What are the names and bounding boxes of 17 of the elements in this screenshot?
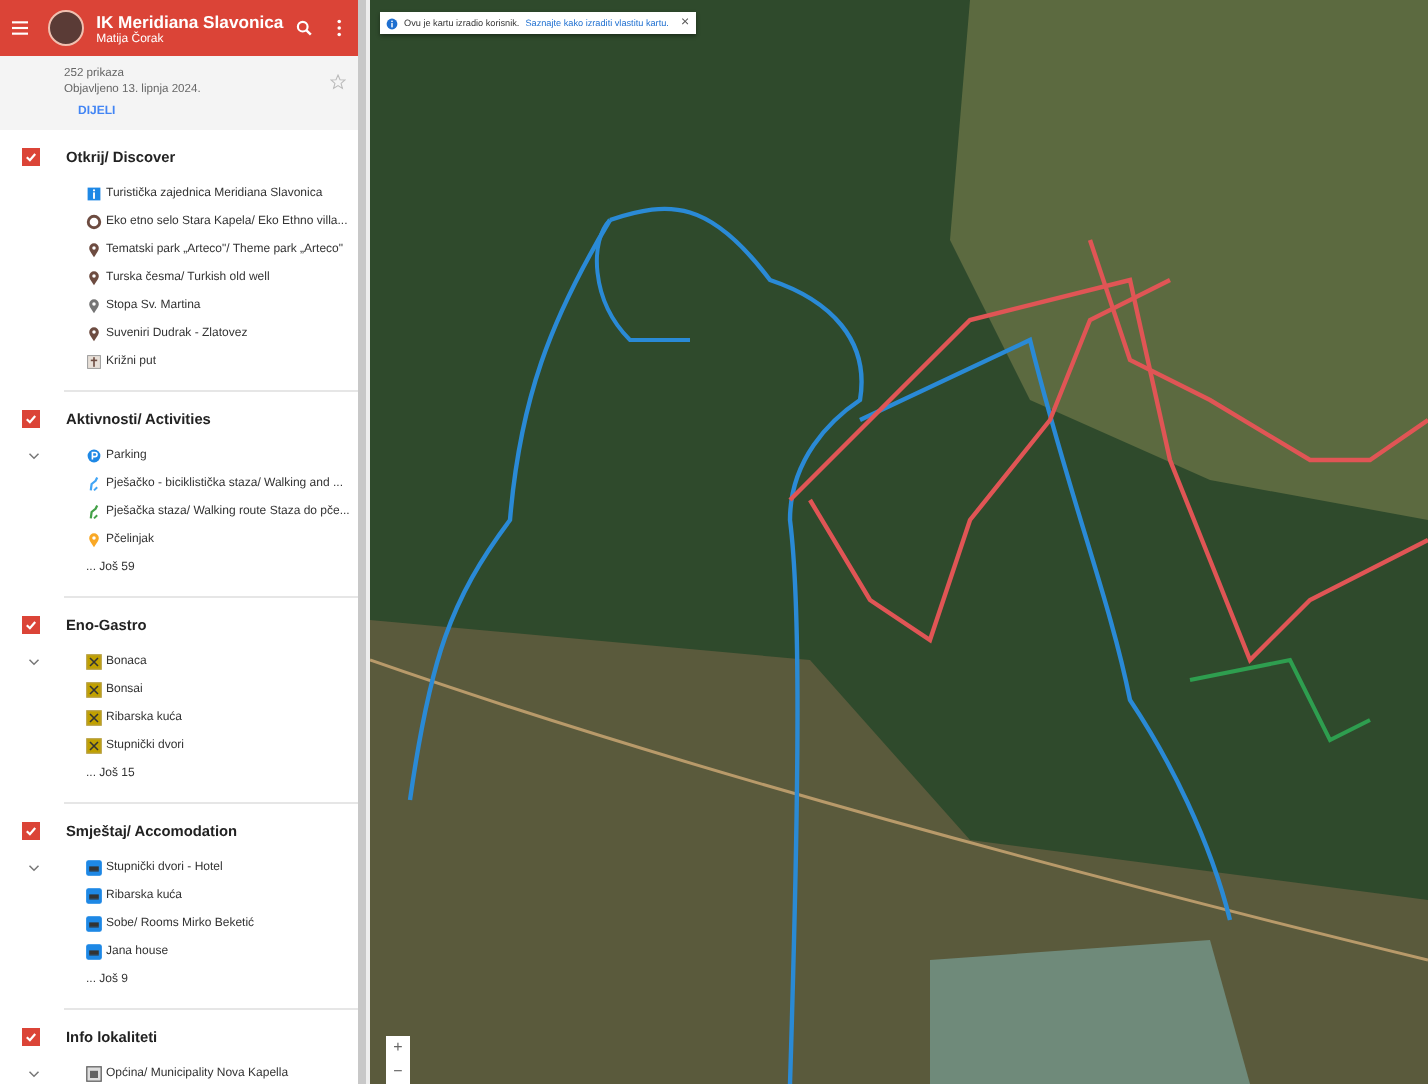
chevron-down-icon[interactable] bbox=[27, 452, 39, 460]
layer-checkbox[interactable] bbox=[22, 821, 40, 839]
more-options-icon[interactable] bbox=[335, 18, 342, 38]
layer-checkbox[interactable] bbox=[22, 1027, 40, 1045]
chevron-down-icon[interactable] bbox=[27, 1070, 39, 1078]
layer-checkbox[interactable] bbox=[22, 409, 40, 427]
chevron-down-icon[interactable] bbox=[27, 864, 39, 872]
chevron-down-icon[interactable] bbox=[27, 658, 39, 666]
star-icon[interactable] bbox=[330, 74, 346, 90]
layer-checkbox[interactable] bbox=[22, 615, 40, 633]
avatar-circle bbox=[48, 10, 85, 46]
scrollbar[interactable] bbox=[358, 0, 370, 1084]
map-title: IK Meridiana Slavonica bbox=[96, 10, 284, 32]
menu-icon[interactable] bbox=[12, 20, 29, 36]
layer-checkbox[interactable] bbox=[22, 147, 40, 165]
info-icon bbox=[386, 17, 398, 29]
search-icon[interactable] bbox=[295, 18, 312, 38]
